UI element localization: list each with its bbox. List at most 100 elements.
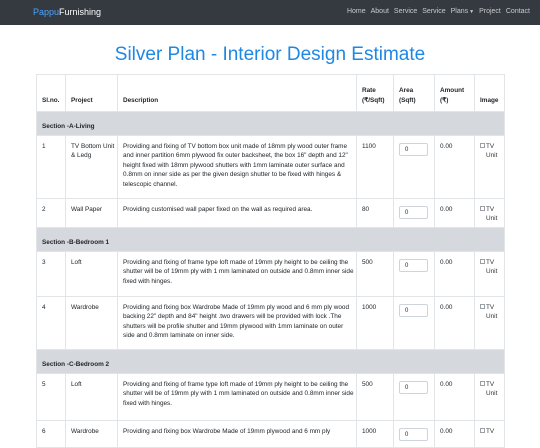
estimate-table: Sl.no. Project Description Rate (₹/Sqft) …: [36, 74, 505, 448]
header-amount-l1: Amount: [440, 87, 465, 95]
cell-slno: 6: [36, 420, 66, 448]
cell-image: TV Unit: [474, 373, 505, 421]
nav-plans-label: Plans: [450, 8, 469, 15]
cell-amount: 0.00: [434, 198, 475, 228]
page-title: Silver Plan - Interior Design Estimate: [114, 44, 426, 65]
brand-part2[interactable]: Furnishing: [59, 7, 101, 17]
cell-image: TV Unit: [474, 198, 505, 228]
cell-area: 0: [393, 198, 435, 228]
area-input[interactable]: 0: [399, 259, 428, 272]
table-row: 6 Wardrobe Providing and fixing box Ward…: [36, 420, 505, 448]
cell-project: Loft: [65, 373, 118, 421]
table-header-row: Sl.no. Project Description Rate (₹/Sqft) …: [36, 74, 505, 112]
image-alt-text: TV Unit: [486, 259, 498, 276]
broken-image-icon: [480, 304, 485, 309]
section-row: Section -C-Bedroom 2: [36, 349, 505, 374]
nav-project[interactable]: Project: [479, 7, 501, 17]
cell-description: Providing and fixing box Wardrobe Made o…: [117, 420, 357, 448]
header-slno: Sl.no.: [36, 74, 66, 112]
area-input[interactable]: 0: [399, 381, 428, 394]
broken-image-icon: [480, 143, 485, 148]
cell-amount: 0.00: [434, 251, 475, 297]
header-description: Description: [117, 74, 357, 112]
image-alt-text: TV: [486, 428, 495, 435]
cell-description: Providing and fixing of frame type loft …: [117, 251, 357, 297]
cell-rate: 500: [356, 373, 394, 421]
nav-contact[interactable]: Contact: [506, 7, 530, 17]
table-row: 3 Loft Providing and fixing of frame typ…: [36, 251, 505, 297]
cell-slno: 2: [36, 198, 66, 228]
cell-image: TV Unit: [474, 251, 505, 297]
cell-area: 0: [393, 251, 435, 297]
table-row: 2 Wall Paper Providing customised wall p…: [36, 198, 505, 228]
cell-amount: 0.00: [434, 373, 475, 421]
section-title: Section -A-Living: [36, 111, 505, 136]
section-title: Section -C-Bedroom 2: [36, 349, 505, 374]
cell-project: Loft: [65, 251, 118, 297]
nav-home[interactable]: Home: [347, 7, 366, 17]
nav-service[interactable]: Service: [394, 7, 417, 17]
area-input[interactable]: 0: [399, 143, 428, 156]
cell-rate: 1000: [356, 296, 394, 350]
header-rate-l2: (₹/Sqft): [362, 96, 385, 104]
cell-area: 0: [393, 420, 435, 448]
cell-slno: 3: [36, 251, 66, 297]
cell-rate: 80: [356, 198, 394, 228]
header-area: Area (Sqft): [393, 74, 435, 112]
cell-amount: 0.00: [434, 296, 475, 350]
header-image: Image: [474, 74, 505, 112]
cell-rate: 1100: [356, 135, 394, 199]
nav-plans-dropdown[interactable]: Plans▼: [451, 7, 474, 17]
brand-part1[interactable]: Pappu: [33, 7, 59, 17]
navbar: PappuFurnishing Home About Service Servi…: [0, 0, 540, 25]
cell-amount: 0.00: [434, 420, 475, 448]
image-alt-text: TV Unit: [486, 304, 498, 321]
cell-project: TV Bottom Unit & Ledg: [65, 135, 118, 199]
nav-service-2[interactable]: Service: [422, 7, 445, 17]
header-area-l1: Area: [399, 87, 414, 95]
area-input[interactable]: 0: [399, 304, 428, 317]
nav-about[interactable]: About: [371, 7, 389, 17]
cell-description: Providing and fixing of TV bottom box un…: [117, 135, 357, 199]
cell-image: TV Unit: [474, 135, 505, 199]
cell-area: 0: [393, 135, 435, 199]
cell-description: Providing customised wall paper fixed on…: [117, 198, 357, 228]
table-row: 1 TV Bottom Unit & Ledg Providing and fi…: [36, 135, 505, 199]
area-input[interactable]: 0: [399, 206, 428, 219]
broken-image-icon: [480, 381, 485, 386]
table-row: 4 Wardrobe Providing and fixing box Ward…: [36, 296, 505, 350]
cell-description: Providing and fixing box Wardrobe Made o…: [117, 296, 357, 350]
cell-rate: 1000: [356, 420, 394, 448]
header-rate: Rate (₹/Sqft): [356, 74, 394, 112]
cell-slno: 4: [36, 296, 66, 350]
image-alt-text: TV Unit: [486, 206, 498, 223]
nav-links: Home About Service Service Plans▼ Projec…: [342, 7, 530, 17]
cell-rate: 500: [356, 251, 394, 297]
header-amount-l2: (₹): [440, 96, 449, 104]
image-alt-text: TV Unit: [486, 381, 498, 398]
broken-image-icon: [480, 206, 485, 211]
broken-image-icon: [480, 259, 485, 264]
section-row: Section -B-Bedroom 1: [36, 227, 505, 252]
header-area-l2: (Sqft): [399, 96, 416, 104]
cell-image: TV Unit: [474, 296, 505, 350]
cell-slno: 1: [36, 135, 66, 199]
cell-area: 0: [393, 296, 435, 350]
image-alt-text: TV Unit: [486, 143, 498, 160]
header-project: Project: [65, 74, 118, 112]
broken-image-icon: [480, 428, 485, 433]
table-row: 5 Loft Providing and fixing of frame typ…: [36, 373, 505, 421]
cell-project: Wardrobe: [65, 420, 118, 448]
cell-project: Wall Paper: [65, 198, 118, 228]
header-rate-l1: Rate: [362, 87, 376, 95]
cell-description: Providing and fixing of frame type loft …: [117, 373, 357, 421]
chevron-down-icon: ▼: [469, 9, 475, 15]
cell-project: Wardrobe: [65, 296, 118, 350]
brand-logo[interactable]: PappuFurnishing: [33, 6, 101, 18]
cell-slno: 5: [36, 373, 66, 421]
cell-area: 0: [393, 373, 435, 421]
section-title: Section -B-Bedroom 1: [36, 227, 505, 252]
area-input[interactable]: 0: [399, 428, 428, 441]
section-row: Section -A-Living: [36, 111, 505, 136]
cell-amount: 0.00: [434, 135, 475, 199]
